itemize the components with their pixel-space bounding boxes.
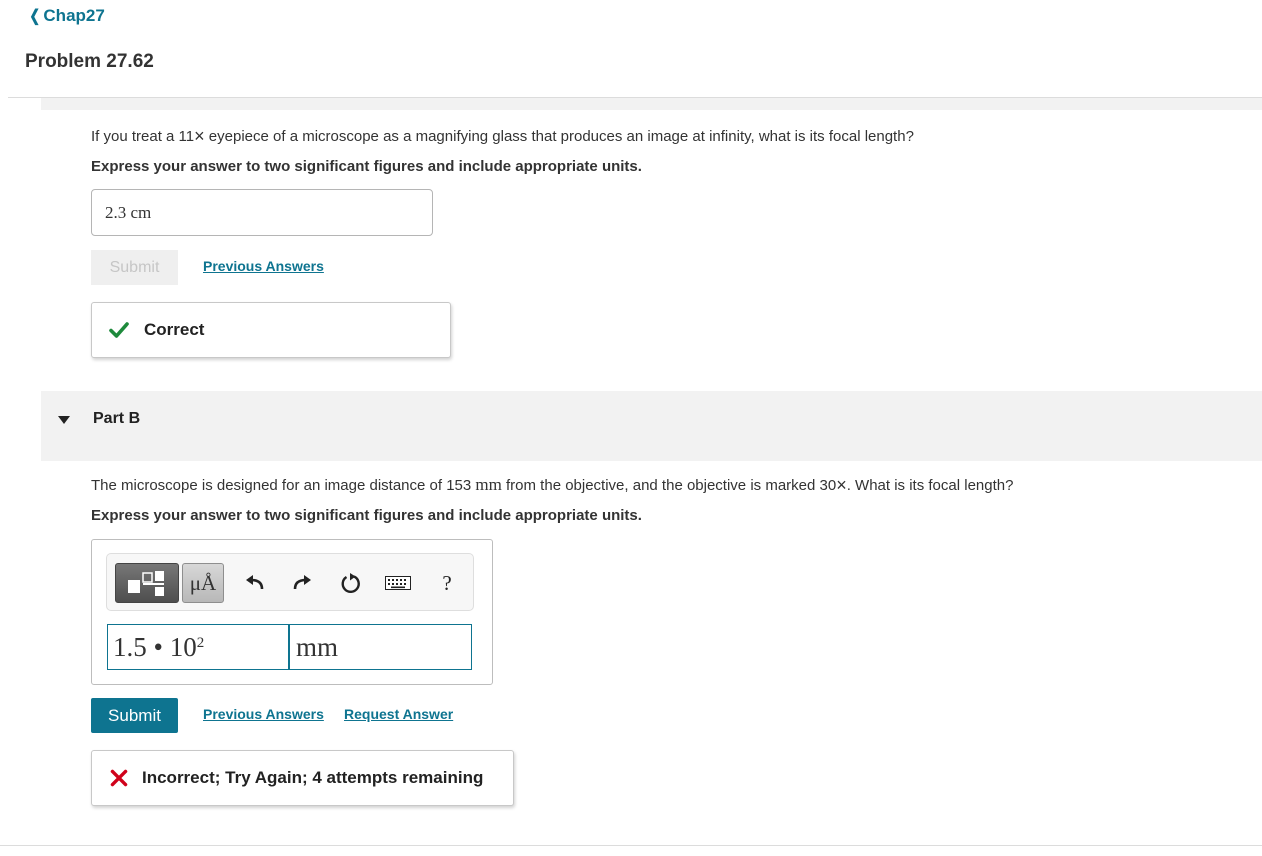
redo-button[interactable] (287, 563, 317, 603)
part-b-feedback-text: Incorrect; Try Again; 4 attempts remaini… (142, 768, 484, 787)
part-a-previous-answers-link[interactable]: Previous Answers (203, 258, 324, 274)
help-icon: ? (442, 570, 452, 595)
part-a-question: If you treat a 11× eyepiece of a microsc… (91, 126, 914, 146)
part-a-answer-value: 2.3 cm (105, 202, 152, 222)
editor-toolbar: μÅ ? (106, 553, 474, 611)
units-icon: μÅ (189, 570, 217, 595)
keyboard-button[interactable] (383, 563, 413, 603)
undo-button[interactable] (240, 563, 270, 603)
part-a-header-strip (41, 98, 1262, 110)
value-input[interactable]: 1.5 • 10 2 (107, 624, 289, 670)
redo-icon (293, 575, 311, 590)
part-b-submit-button[interactable]: Submit (91, 698, 178, 733)
undo-icon (246, 575, 264, 590)
templates-icon (128, 571, 164, 596)
part-b-question: The microscope is designed for an image … (91, 475, 1014, 495)
math-answer-editor: μÅ ? 1.5 • 10 2 mm (91, 539, 493, 685)
back-link-label: Chap27 (43, 6, 105, 25)
keyboard-icon (385, 576, 411, 590)
problem-title: Problem 27.62 (25, 51, 154, 72)
check-icon (109, 322, 129, 338)
part-a-submit-button[interactable]: Submit (91, 250, 178, 285)
back-to-chapter-link[interactable]: ❮ Chap27 (28, 6, 105, 26)
templates-button[interactable] (115, 563, 179, 603)
part-b-header[interactable]: Part B (41, 391, 1262, 461)
reset-button[interactable] (336, 563, 366, 603)
part-a-feedback-text: Correct (144, 320, 205, 339)
part-b-feedback: Incorrect; Try Again; 4 attempts remaini… (91, 750, 514, 806)
reset-icon (341, 573, 360, 593)
request-answer-link[interactable]: Request Answer (344, 706, 453, 722)
part-a-feedback: Correct (91, 302, 451, 358)
value-mantissa: 1.5 • 10 (113, 631, 197, 662)
units-input[interactable]: mm (289, 624, 472, 670)
units-value: mm (296, 631, 339, 662)
part-a-instruction: Express your answer to two significant f… (91, 158, 642, 175)
chevron-left-icon: ❮ (29, 8, 41, 25)
collapse-triangle-icon[interactable] (58, 416, 70, 424)
part-a-answer-field[interactable]: 2.3 cm (91, 189, 433, 236)
value-exponent: 2 (196, 634, 205, 651)
divider (0, 845, 1262, 846)
units-button[interactable]: μÅ (182, 563, 224, 603)
part-b-instruction: Express your answer to two significant f… (91, 507, 642, 524)
help-button[interactable]: ? (432, 563, 462, 603)
x-icon (110, 769, 128, 787)
part-b-previous-answers-link[interactable]: Previous Answers (203, 706, 324, 722)
part-b-label: Part B (93, 410, 141, 427)
